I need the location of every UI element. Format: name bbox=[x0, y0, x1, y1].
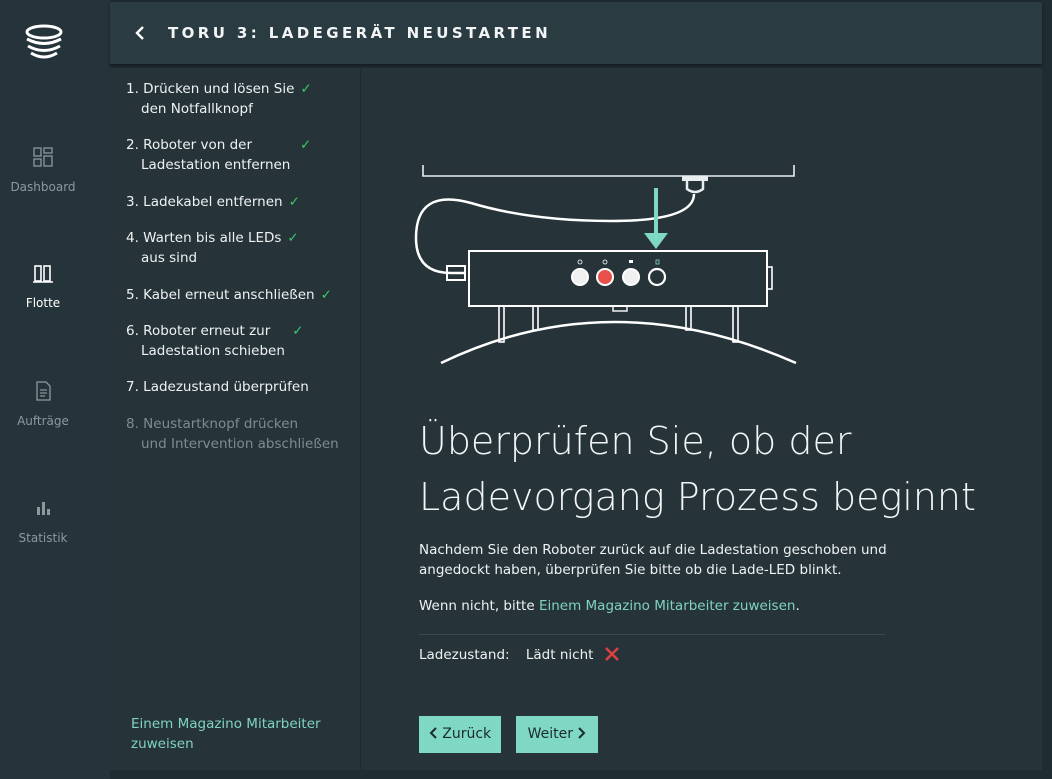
nav-item-auftraege[interactable]: Aufträge bbox=[0, 380, 86, 429]
step-item-current: 7. Ladezustand überprüfen bbox=[126, 377, 309, 397]
step-text: 6. Roboter erneut zur bbox=[126, 323, 271, 339]
assign-employee-link[interactable]: Einem Magazino Mitarbeiter zuweisen bbox=[131, 714, 341, 754]
step-item: 3. Ladekabel entfernen ✓ bbox=[126, 192, 300, 212]
check-icon: ✓ bbox=[292, 323, 304, 339]
step-text: den Notfallknopf bbox=[141, 101, 253, 117]
page-header: TORU 3: LADEGERÄT NEUSTARTEN bbox=[110, 2, 1042, 64]
step-item: 4. Warten bis alle LEDs ✓ aus sind bbox=[126, 228, 299, 268]
step-heading: Überprüfen Sie, ob der Ladevorgang Proze… bbox=[419, 413, 1019, 525]
nav-label-statistik: Statistik bbox=[18, 531, 68, 545]
step-item: 6. Roboter erneut zur ✓ Ladestation schie… bbox=[126, 321, 304, 361]
main-nav: Dashboard Flotte Aufträge Statistik bbox=[0, 0, 110, 779]
document-icon bbox=[36, 381, 51, 401]
nav-label-flotte: Flotte bbox=[25, 296, 61, 310]
step-text: und Intervention abschließen bbox=[141, 436, 339, 452]
fallback-note: Wenn nicht, bitte Einem Magazino Mitarbe… bbox=[419, 598, 800, 614]
back-button-label: Zurück bbox=[442, 726, 492, 742]
status-label: Ladezustand: bbox=[419, 647, 510, 663]
content-panel: 1. Drücken und lösen Sie ✓ den Notfallkno… bbox=[110, 68, 1042, 770]
step-text: 2. Roboter von der bbox=[126, 137, 252, 153]
step-text: 7. Ladezustand überprüfen bbox=[126, 379, 309, 395]
step-text: Ladestation entfernen bbox=[141, 157, 291, 173]
step-detail: Überprüfen Sie, ob der Ladevorgang Proze… bbox=[361, 68, 1042, 770]
step-text: 8. Neustartknopf drücken bbox=[126, 416, 299, 432]
bar-chart-icon bbox=[37, 502, 50, 515]
divider bbox=[419, 634, 885, 635]
nav-item-dashboard[interactable]: Dashboard bbox=[0, 146, 86, 195]
step-text: 1. Drücken und lösen Sie bbox=[126, 81, 295, 97]
check-icon: ✓ bbox=[300, 81, 312, 97]
heading-line: Ladevorgang Prozess beginnt bbox=[419, 475, 976, 519]
fleet-icon bbox=[33, 265, 53, 283]
next-button-label: Weiter bbox=[527, 726, 573, 742]
step-list: 1. Drücken und lösen Sie ✓ den Notfallkno… bbox=[110, 68, 361, 770]
check-icon: ✓ bbox=[300, 137, 312, 153]
step-text: 5. Kabel erneut anschließen bbox=[126, 287, 315, 303]
note-text: . bbox=[795, 598, 800, 614]
step-item-pending: 8. Neustartknopf drücken und Interventio… bbox=[126, 414, 339, 454]
nav-label-dashboard: Dashboard bbox=[10, 180, 76, 194]
status-value: Lädt nicht bbox=[525, 647, 594, 663]
check-icon: ✓ bbox=[288, 194, 300, 210]
step-text: Ladestation schieben bbox=[141, 343, 285, 359]
check-icon: ✓ bbox=[320, 287, 332, 303]
dashboard-icon bbox=[33, 147, 53, 167]
step-description: Nachdem Sie den Roboter zurück auf die L… bbox=[419, 542, 887, 578]
nav-item-statistik[interactable]: Statistik bbox=[0, 497, 86, 546]
next-button[interactable]: Weiter bbox=[516, 716, 598, 753]
charging-station-illustration bbox=[414, 165, 797, 365]
magazino-logo bbox=[25, 24, 63, 59]
heading-line: Überprüfen Sie, ob der bbox=[419, 419, 852, 463]
step-item: 1. Drücken und lösen Sie ✓ den Notfallkno… bbox=[126, 79, 312, 119]
back-chevron-icon[interactable] bbox=[134, 25, 146, 41]
step-text: 3. Ladekabel entfernen bbox=[126, 194, 283, 210]
step-text: aus sind bbox=[141, 250, 198, 266]
charge-status: Ladezustand: Lädt nicht bbox=[419, 646, 620, 663]
nav-item-flotte[interactable]: Flotte bbox=[0, 262, 86, 311]
page-title: TORU 3: LADEGERÄT NEUSTARTEN bbox=[168, 24, 552, 42]
error-x-icon bbox=[604, 647, 619, 661]
nav-label-auftraege: Aufträge bbox=[17, 414, 69, 428]
step-text: 4. Warten bis alle LEDs bbox=[126, 230, 282, 246]
back-button[interactable]: Zurück bbox=[419, 716, 501, 753]
step-item: 5. Kabel erneut anschließen ✓ bbox=[126, 285, 332, 305]
assign-employee-inline-link[interactable]: Einem Magazino Mitarbeiter zuweisen bbox=[539, 598, 796, 614]
chevron-right-icon bbox=[578, 727, 586, 739]
check-icon: ✓ bbox=[287, 230, 299, 246]
note-text: Wenn nicht, bitte bbox=[419, 598, 539, 614]
chevron-left-icon bbox=[429, 727, 437, 739]
step-item: 2. Roboter von der ✓ Ladestation entferne… bbox=[126, 135, 311, 175]
